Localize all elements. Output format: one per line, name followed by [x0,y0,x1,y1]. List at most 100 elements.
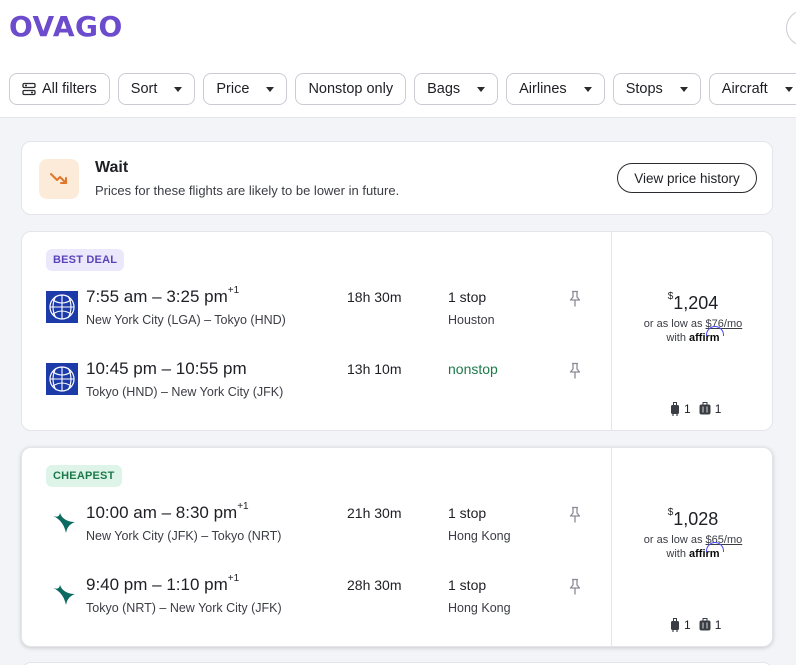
currency-symbol: $ [667,507,674,518]
stops: nonstop [448,361,498,377]
pin-icon[interactable] [568,290,582,308]
currency-symbol: $ [667,291,674,302]
stops-label: Stops [625,81,663,97]
layover-city: Hong Kong [448,529,511,543]
layover-city: Houston [448,313,495,327]
return-leg: 9:40 pm – 1:10 pm+1 Tokyo (NRT) – New Yo… [22,573,611,625]
day-offset: +1 [227,285,240,297]
sort-label: Sort [130,81,158,97]
monthly-payment: or as low as $65/mo [612,534,772,546]
stops-dropdown[interactable]: Stops [612,73,701,105]
carry-on-bag-icon [670,402,680,416]
affirm-line: with affirm [612,326,772,344]
time-range: 10:00 am – 8:30 pm [86,503,238,522]
affirm-logo: affirm [689,326,724,344]
affirm-logo: affirm [689,542,724,560]
advice-subtitle: Prices for these flights are likely to b… [95,183,400,198]
affirm-prefix: with [666,332,686,344]
chevron-down-icon [477,86,486,92]
bags-dropdown[interactable]: Bags [414,73,499,105]
all-filters-label: All filters [42,81,97,97]
aircraft-dropdown[interactable]: Aircraft [708,73,796,105]
sort-dropdown[interactable]: Sort [117,73,196,105]
price-amount: 1,204 [673,293,719,313]
carry-on-count: 1 [684,618,691,632]
united-globe-icon [46,363,78,395]
chevron-down-icon [174,86,183,92]
chevron-down-icon [679,86,688,92]
pin-icon[interactable] [568,578,582,596]
carry-on-count: 1 [684,402,691,416]
chevron-down-icon [583,86,592,92]
affirm-line: with affirm [612,542,772,560]
flight-times: 9:40 pm – 1:10 pm+1 [86,573,240,595]
outbound-leg: 10:00 am – 8:30 pm+1 New York City (JFK)… [22,501,611,553]
cheapest-badge: CHEAPEST [46,465,122,487]
stops: 1 stop [448,289,487,305]
chevron-down-icon [784,86,793,92]
route: New York City (JFK) – Tokyo (NRT) [86,529,282,543]
duration: 18h 30m [347,289,402,305]
account-button[interactable] [786,10,796,46]
trend-down-icon [39,159,79,199]
checked-bag-count: 1 [714,618,722,632]
flight-times: 10:00 am – 8:30 pm+1 [86,501,249,523]
ovago-logo[interactable]: OVAGO [9,10,123,43]
nonstop-only-label: Nonstop only [308,81,394,97]
top-bar: OVAGO All filters Sort Price Nonstop onl… [0,0,796,118]
cathay-wing-icon [46,579,78,611]
time-range: 10:45 pm – 10:55 pm [86,359,247,378]
stops: 1 stop [448,577,487,593]
price-label: Price [216,81,250,97]
nonstop-only-toggle[interactable]: Nonstop only [295,73,407,105]
affirm-arc-icon [705,542,724,552]
price-amount: 1,028 [673,509,719,529]
best-deal-badge: BEST DEAL [46,249,125,271]
bags-label: Bags [427,81,461,97]
baggage-info: 1 1 [670,618,721,632]
flight-times: 7:55 am – 3:25 pm+1 [86,285,240,307]
price-panel: $1,028 or as low as $65/mo with affirm 1… [612,448,772,646]
price: $1,028 [612,507,772,530]
monthly-payment: or as low as $76/mo [612,318,772,330]
checked-bag-count: 1 [714,402,722,416]
pin-icon[interactable] [568,362,582,380]
pin-icon[interactable] [568,506,582,524]
view-price-history-button[interactable]: View price history [617,163,757,193]
stops: 1 stop [448,505,487,521]
flight-times: 10:45 pm – 10:55 pm [86,359,247,379]
route: Tokyo (HND) – New York City (JFK) [86,385,284,399]
duration: 21h 30m [347,505,402,521]
united-globe-icon [46,291,78,323]
layover-city: Hong Kong [448,601,511,615]
time-range: 9:40 pm – 1:10 pm [86,575,228,594]
aircraft-label: Aircraft [721,81,768,97]
baggage-info: 1 1 [670,402,721,416]
route: Tokyo (NRT) – New York City (JFK) [86,601,282,615]
flight-result-card[interactable]: BEST DEAL 7:55 am – 3:25 pm+1 New York C… [21,231,773,431]
flight-result-card[interactable]: CHEAPEST 10:00 am – 8:30 pm+1 New York C… [21,447,773,647]
all-filters-button[interactable]: All filters [9,73,110,105]
monthly-prefix: or as low as [643,534,703,546]
chevron-down-icon [266,86,275,92]
affirm-arc-icon [705,326,724,336]
price-panel: $1,204 or as low as $76/mo with affirm 1… [612,232,772,430]
route: New York City (LGA) – Tokyo (HND) [86,313,286,327]
affirm-prefix: with [666,548,686,560]
duration: 28h 30m [347,577,402,593]
checked-bag-icon [699,618,711,632]
airlines-dropdown[interactable]: Airlines [506,73,605,105]
cathay-wing-icon [46,507,78,539]
advice-title: Wait [95,159,129,176]
day-offset: +1 [227,573,240,585]
outbound-leg: 7:55 am – 3:25 pm+1 New York City (LGA) … [22,285,611,337]
monthly-prefix: or as low as [643,318,703,330]
price-dropdown[interactable]: Price [203,73,288,105]
time-range: 7:55 am – 3:25 pm [86,287,228,306]
filter-bar: All filters Sort Price Nonstop only Bags… [9,73,796,105]
price-advice-card: Wait Prices for these flights are likely… [21,141,773,215]
airlines-label: Airlines [519,81,567,97]
day-offset: +1 [237,501,249,513]
price: $1,204 [612,291,772,314]
checked-bag-icon [699,402,711,416]
